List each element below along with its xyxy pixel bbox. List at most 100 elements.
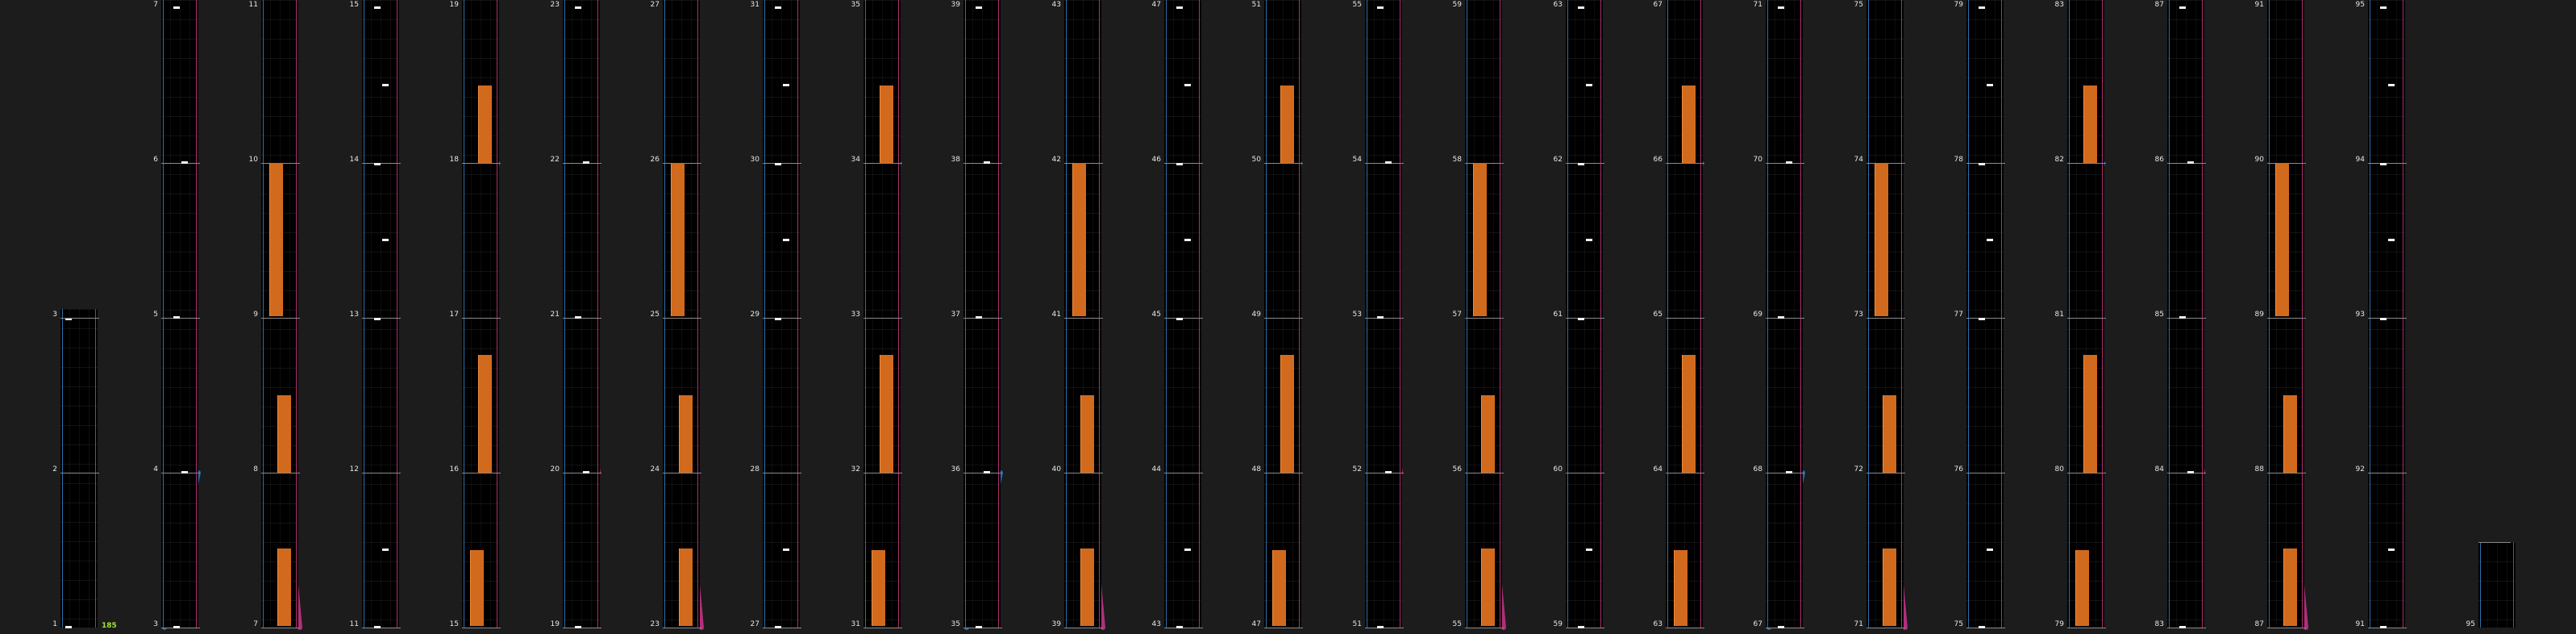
column-right-edge — [998, 0, 999, 628]
marker-tick — [2179, 316, 2186, 319]
row-separator — [1566, 318, 1604, 319]
column-right-edge — [1700, 0, 1701, 628]
timeline-column — [1966, 0, 2004, 628]
column-left-edge — [2480, 542, 2481, 628]
row-separator — [261, 318, 300, 319]
row-label: 20 — [550, 465, 560, 473]
marker-tick — [173, 6, 180, 9]
row-label: 62 — [1553, 156, 1563, 164]
marker-tick — [984, 471, 990, 473]
note-bar — [1280, 86, 1294, 163]
note-bar — [470, 550, 484, 626]
row-label: 59 — [1452, 1, 1462, 9]
row-label: 83 — [2054, 1, 2064, 9]
marker-tick — [1578, 6, 1584, 9]
marker-tick — [374, 626, 381, 628]
column-right-edge — [797, 0, 798, 628]
row-separator — [2478, 542, 2511, 543]
row-separator — [1666, 318, 1704, 319]
marker-tick — [1176, 626, 1183, 628]
note-bar — [2283, 548, 2297, 626]
marker-tick — [1786, 471, 1792, 473]
marker-tick — [583, 161, 589, 164]
timeline-column — [1566, 0, 1603, 628]
row-label: 6 — [153, 156, 158, 164]
marker-tick — [2388, 84, 2395, 86]
marker-tick — [575, 6, 581, 9]
column-right-edge — [296, 0, 297, 628]
row-label: 14 — [349, 156, 359, 164]
column-left-edge — [564, 0, 565, 628]
marker-tick — [374, 6, 381, 9]
row-label: 54 — [1352, 156, 1362, 164]
row-separator — [663, 318, 701, 319]
marker-tick — [984, 161, 990, 164]
row-label: 51 — [1352, 620, 1362, 628]
marker-tick — [1778, 6, 1784, 9]
row-separator — [1566, 163, 1604, 164]
note-bar — [1080, 548, 1094, 626]
row-separator — [864, 318, 902, 319]
row-separator — [362, 163, 401, 164]
row-label: 28 — [750, 465, 759, 473]
marker-tick — [2187, 471, 2194, 473]
row-label: 87 — [2154, 1, 2164, 9]
row-label: 19 — [550, 620, 560, 628]
row-label: 91 — [2254, 1, 2264, 9]
row-label: 15 — [449, 620, 459, 628]
marker-tick — [976, 316, 982, 319]
row-label: 85 — [2154, 311, 2164, 319]
marker-tick — [2187, 161, 2194, 164]
row-label: 7 — [153, 1, 158, 9]
row-label: 95 — [2355, 1, 2365, 9]
row-label: 43 — [1151, 620, 1161, 628]
marker-tick — [775, 163, 781, 165]
marker-tick — [1184, 239, 1191, 241]
row-separator — [2368, 318, 2407, 319]
marker-tick — [2179, 6, 2186, 9]
row-label: 75 — [1954, 620, 1963, 628]
marker-tick — [1586, 548, 1592, 551]
row-separator — [161, 318, 200, 319]
column-left-edge — [1166, 0, 1167, 628]
row-label: 61 — [1553, 311, 1563, 319]
row-label: 9 — [253, 311, 258, 319]
marker-tick — [1176, 6, 1183, 9]
row-label: 93 — [2355, 311, 2365, 319]
row-separator — [362, 318, 401, 319]
note-bar — [277, 395, 291, 473]
row-label: 56 — [1452, 465, 1462, 473]
marker-tick — [1979, 626, 1985, 628]
row-label: 78 — [1954, 156, 1963, 164]
row-label: 50 — [1251, 156, 1261, 164]
row-label: 55 — [1352, 1, 1362, 9]
row-label: 73 — [1854, 311, 1863, 319]
row-separator — [2167, 163, 2206, 164]
marker-tick — [1377, 316, 1384, 319]
timeline-column — [1164, 0, 1201, 628]
row-label: 80 — [2054, 465, 2064, 473]
row-separator — [563, 163, 601, 164]
row-label: 83 — [2154, 620, 2164, 628]
row-label: 46 — [1151, 156, 1161, 164]
marker-tick — [1385, 471, 1392, 473]
marker-tick — [783, 239, 789, 241]
timeline-column — [362, 0, 399, 628]
row-label: 12 — [349, 465, 359, 473]
timeline-column — [563, 0, 600, 628]
column-right-edge — [1199, 0, 1200, 628]
row-label: 10 — [248, 156, 258, 164]
row-separator — [1866, 318, 1905, 319]
row-separator — [563, 318, 601, 319]
row-label: 35 — [851, 1, 860, 9]
row-label: 63 — [1653, 620, 1663, 628]
visualizer-canvas: 185 1 2 3 3 4 5 6 7 7 8 9 10 11 11 12 13 14 15 15 16 17 18 19 1… — [0, 0, 2576, 634]
column-left-edge — [1968, 0, 1969, 628]
marker-tick — [1377, 626, 1384, 628]
column-left-edge — [1767, 0, 1768, 628]
row-separator — [1164, 318, 1203, 319]
row-separator — [864, 163, 902, 164]
marker-tick — [2388, 548, 2395, 551]
column-left-edge — [1667, 0, 1668, 628]
row-label: 91 — [2355, 620, 2365, 628]
